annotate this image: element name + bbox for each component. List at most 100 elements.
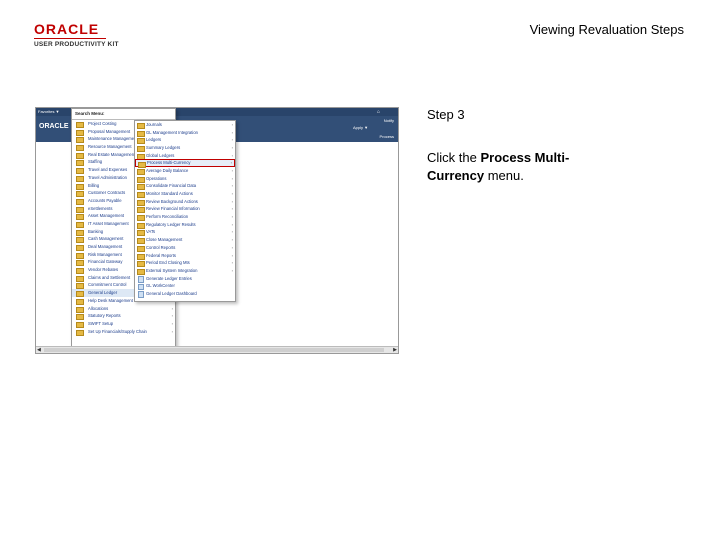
submenu-item-label: Perform Reconciliation: [146, 214, 189, 220]
submenu-item[interactable]: Journals ›: [135, 121, 235, 129]
folder-icon: [76, 329, 84, 336]
submenu-item[interactable]: Consolidate Financial Data ›: [135, 182, 235, 191]
submenu-item[interactable]: Close Management ›: [135, 236, 235, 245]
chevron-right-icon: ›: [231, 260, 233, 266]
chevron-right-icon: ›: [231, 237, 233, 243]
submenu-item[interactable]: Perform Reconciliation ›: [135, 213, 235, 222]
apply-menu[interactable]: Apply ▼: [353, 125, 368, 130]
submenu-item-label: Consolidate Financial Data: [146, 183, 197, 189]
submenu-item-label: Summary Ledgers: [146, 145, 181, 151]
chevron-right-icon: ›: [231, 252, 233, 258]
horizontal-scrollbar[interactable]: ◀ ▶: [36, 346, 398, 353]
page-icon: [138, 291, 144, 298]
submenu-item-label: Review Financial Information: [146, 206, 200, 212]
process-link[interactable]: Process: [380, 134, 394, 139]
search-menu-item-label: IT Asset Management: [88, 220, 129, 226]
search-menu-item-label: Risk Management: [88, 251, 122, 257]
search-menu-item-label: Allocations: [88, 305, 109, 311]
chevron-right-icon: ›: [231, 214, 233, 220]
submenu-item-label: GL WorkCenter: [146, 283, 175, 289]
chevron-right-icon: ›: [231, 129, 233, 135]
submenu-item-label: Federal Reports: [146, 252, 177, 258]
scrollbar-thumb[interactable]: [44, 348, 384, 352]
submenu-item[interactable]: GL WorkCenter: [135, 282, 235, 291]
process-multi-currency-menu-item[interactable]: Process Multi-Currency ›: [135, 159, 235, 169]
submenu-item[interactable]: Global Ledgers ›: [135, 152, 235, 160]
search-menu-item[interactable]: Statutory Reports ›: [72, 312, 175, 321]
chevron-right-icon: ›: [231, 267, 233, 273]
submenu-item-label: Regulatory Ledger Results: [146, 221, 196, 227]
step-instruction: Click the Process Multi-Currency menu.: [427, 149, 622, 185]
logo-product: USER PRODUCTIVITY KIT: [34, 41, 119, 48]
scroll-left-icon[interactable]: ◀: [37, 347, 41, 353]
submenu-item[interactable]: Review Background Actions ›: [135, 198, 235, 206]
submenu-item-label: Control Reports: [146, 244, 176, 250]
submenu-item-label: Average Daily Balance: [146, 167, 189, 173]
submenu-item-label: Review Background Actions: [146, 198, 198, 204]
page-title: Viewing Revaluation Steps: [529, 22, 684, 37]
search-menu-item[interactable]: Set Up Financials/Supply Chain ›: [72, 328, 175, 336]
submenu-list: Journals › GL Management Integration › Ledge…: [135, 121, 235, 298]
scroll-right-icon[interactable]: ▶: [393, 347, 397, 353]
general-ledger-submenu: Journals › GL Management Integration › Ledge…: [134, 120, 236, 302]
submenu-item-label: VATs: [146, 229, 156, 235]
search-menu-item-label: Vendor Rebates: [88, 267, 119, 273]
search-menu-item-label: Project Costing: [88, 121, 117, 126]
home-icon[interactable]: ⌂: [377, 109, 380, 115]
search-menu-item-label: Billing: [88, 182, 100, 188]
logo-rule: [34, 38, 106, 39]
submenu-item[interactable]: GL Management Integration ›: [135, 129, 235, 137]
search-menu-item-label: Financial Gateway: [88, 259, 123, 265]
search-menu-item-label: Travel and Expenses: [88, 167, 128, 173]
chevron-right-icon: ›: [171, 328, 173, 334]
submenu-item[interactable]: General Ledger Dashboard: [135, 290, 235, 298]
search-menu-header: Search Menu:: [72, 109, 175, 120]
search-menu-item-label: Real Estate Management: [88, 151, 136, 157]
submenu-item-label: Process Multi-Currency: [147, 160, 191, 166]
chevron-right-icon: ›: [231, 191, 233, 196]
chevron-right-icon: ›: [231, 183, 233, 189]
submenu-item[interactable]: Federal Reports ›: [135, 252, 235, 260]
favorites-menu[interactable]: Favorites ▼: [38, 109, 60, 114]
chevron-right-icon: ›: [231, 122, 233, 127]
search-menu-item[interactable]: Allocations ›: [72, 305, 175, 313]
chevron-right-icon: ›: [231, 206, 233, 212]
submenu-item-label: Monitor Standard Actions: [146, 191, 193, 196]
instruction-prefix: Click the: [427, 150, 481, 165]
chevron-right-icon: ›: [231, 152, 233, 158]
submenu-item-label: Ledgers: [146, 137, 162, 143]
search-menu-item-label: Travel Administration: [88, 174, 127, 180]
submenu-item[interactable]: Review Financial Information ›: [135, 205, 235, 214]
submenu-item-label: GL Management Integration: [146, 129, 198, 135]
submenu-item-label: Close Management: [146, 237, 183, 243]
step-label: Step 3: [427, 107, 465, 122]
submenu-item[interactable]: Average Daily Balance ›: [135, 167, 235, 175]
app-brand: ORACLE: [39, 123, 69, 130]
search-menu-item-label: Claims and Settlement: [88, 274, 131, 280]
submenu-item[interactable]: Control Reports ›: [135, 244, 235, 252]
search-menu-item-label: Statutory Reports: [88, 313, 121, 319]
submenu-item[interactable]: Summary Ledgers ›: [135, 144, 235, 153]
submenu-item[interactable]: Regulatory Ledger Results ›: [135, 221, 235, 229]
submenu-item[interactable]: Period End Closing Mts ›: [135, 259, 235, 268]
search-menu-item-label: Deal Management: [88, 244, 123, 249]
chevron-right-icon: ›: [231, 198, 233, 204]
search-menu-item-label: Staffing: [88, 159, 103, 165]
submenu-item-label: Period End Closing Mts: [146, 260, 190, 266]
notify-link[interactable]: Notify: [384, 118, 394, 123]
submenu-item-label: External System Integration: [146, 267, 198, 273]
search-menu-item-label: Proposal Management: [88, 128, 131, 134]
search-menu-item[interactable]: SWIFT Setup ›: [72, 320, 175, 328]
chevron-right-icon: ›: [231, 167, 233, 173]
submenu-item[interactable]: Operations ›: [135, 175, 235, 183]
instruction-suffix: menu.: [484, 168, 524, 183]
submenu-item[interactable]: Monitor Standard Actions ›: [135, 190, 235, 198]
search-menu-item-label: eSettlements: [88, 205, 113, 211]
submenu-item[interactable]: External System Integration ›: [135, 267, 235, 275]
submenu-item[interactable]: Generate Ledger Entries: [135, 275, 235, 283]
logo-brand: ORACLE: [34, 21, 100, 37]
oracle-upk-logo: ORACLE USER PRODUCTIVITY KIT: [34, 22, 134, 48]
search-menu-item-label: Resource Management: [88, 144, 132, 150]
submenu-item[interactable]: VATs ›: [135, 228, 235, 237]
submenu-item[interactable]: Ledgers ›: [135, 136, 235, 145]
